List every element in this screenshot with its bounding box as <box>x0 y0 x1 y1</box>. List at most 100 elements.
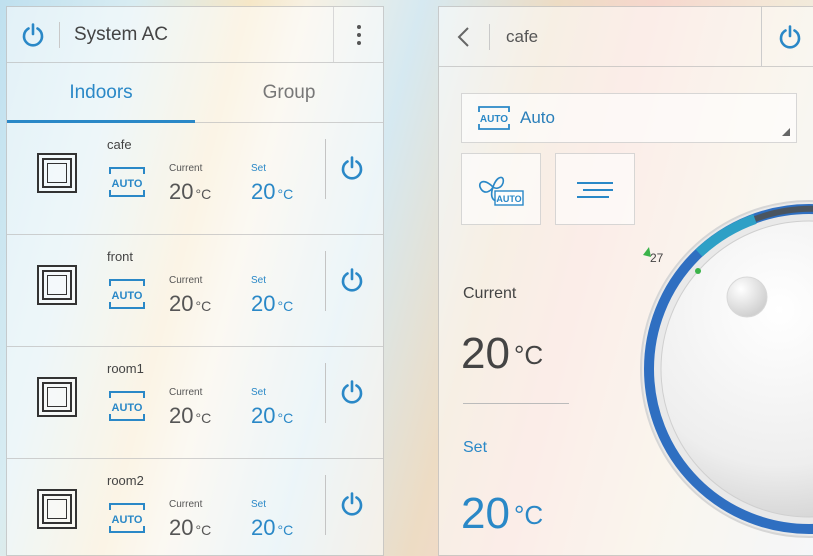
set-label: Set <box>251 387 267 398</box>
power-icon <box>341 380 363 404</box>
indoors-panel: System AC Indoors Group cafe AUTO Curren… <box>6 6 384 556</box>
set-temp-value: 20 <box>251 291 276 316</box>
dropdown-corner-icon <box>782 128 790 136</box>
fan-auto-text: AUTO <box>496 194 521 204</box>
row-divider <box>325 139 326 199</box>
set-label: Set <box>463 439 488 456</box>
unit-power-button[interactable] <box>339 155 365 186</box>
mode-auto-icon: AUTO <box>109 279 145 309</box>
temp-unit: °C <box>195 186 212 202</box>
set-temp-value: 20 <box>461 489 510 538</box>
indoor-unit-icon <box>37 265 77 305</box>
mode-auto-text: AUTO <box>112 178 143 190</box>
swing-button[interactable] <box>555 153 635 225</box>
power-icon <box>341 156 363 180</box>
tab-indoors[interactable]: Indoors <box>7 63 195 122</box>
set-temp-value: 20 <box>251 403 276 428</box>
set-label: Set <box>251 275 267 286</box>
set-label: Set <box>251 499 267 510</box>
temp-unit: °C <box>513 500 544 530</box>
current-temp-value: 20 <box>169 179 194 204</box>
unit-detail-panel: cafe AUTO Auto AUTO Current 20 °C Set 20… <box>438 6 813 556</box>
current-temp: 20 °C <box>169 515 211 541</box>
power-icon <box>779 24 800 49</box>
current-label: Current <box>169 387 203 398</box>
current-temp-value: 20 <box>169 291 194 316</box>
unit-name: cafe <box>107 137 132 152</box>
mode-auto-text: AUTO <box>112 402 143 414</box>
list-item[interactable]: cafe AUTO Current 20 °C Set 20 °C <box>7 123 383 235</box>
header-divider <box>489 23 490 50</box>
fan-auto-icon: AUTO <box>478 176 524 206</box>
tab-group[interactable]: Group <box>195 63 383 122</box>
app-header: System AC <box>7 7 383 63</box>
current-temp: 20 °C <box>169 403 211 429</box>
mode-auto-icon: AUTO <box>478 106 510 130</box>
indoor-unit-icon <box>37 377 77 417</box>
unit-power-button[interactable] <box>339 267 365 298</box>
temp-unit: °C <box>513 340 544 370</box>
current-temp: 20 °C <box>169 291 211 317</box>
temp-unit: °C <box>195 522 212 538</box>
tab-bar: Indoors Group <box>7 63 383 123</box>
row-divider <box>325 251 326 311</box>
dial-scale-label: 27 <box>650 251 664 265</box>
power-icon <box>341 268 363 292</box>
mode-auto-text: AUTO <box>480 114 508 125</box>
set-temp: 20 °C <box>251 291 293 317</box>
set-temp: 20 °C <box>251 515 293 541</box>
indoor-unit-list: cafe AUTO Current 20°C Set 20°C front <box>7 123 383 556</box>
power-icon <box>341 492 363 516</box>
list-item[interactable]: front AUTO Current 20 °C Set 20 °C <box>7 235 383 347</box>
list-item[interactable]: room2 AUTO Current 20 °C Set 20 °C <box>7 459 383 556</box>
current-temp: 20 °C <box>169 179 211 205</box>
current-temp: 20 °C <box>461 329 543 379</box>
more-options-button[interactable] <box>333 7 383 62</box>
current-label: Current <box>169 499 203 510</box>
current-label: Current <box>463 285 517 302</box>
current-temp-value: 20 <box>169 515 194 540</box>
indoor-unit-icon <box>37 153 77 193</box>
set-temp: 20 °C <box>461 489 543 539</box>
unit-power-button[interactable] <box>761 7 813 66</box>
power-icon <box>22 22 44 47</box>
current-label: Current <box>169 275 203 286</box>
set-temp: 20 °C <box>251 179 293 205</box>
more-vert-icon <box>356 23 361 47</box>
mode-auto-icon: AUTO <box>109 391 145 421</box>
temp-unit: °C <box>277 186 294 202</box>
unit-name: front <box>107 249 134 264</box>
temp-unit: °C <box>277 298 294 314</box>
temp-unit: °C <box>277 522 294 538</box>
temp-unit: °C <box>195 410 212 426</box>
unit-name: room2 <box>107 473 144 488</box>
set-temp-value: 20 <box>251 179 276 204</box>
back-chevron-icon <box>457 26 469 47</box>
app-title: System AC <box>74 23 168 45</box>
mode-auto-icon: AUTO <box>109 167 145 197</box>
dial-position-marker <box>695 268 701 274</box>
system-power-button[interactable] <box>7 22 59 48</box>
fan-speed-button[interactable]: AUTO <box>461 153 541 225</box>
mode-auto-text: AUTO <box>112 514 143 526</box>
unit-title: cafe <box>506 26 539 46</box>
back-button[interactable] <box>439 26 489 48</box>
current-temp-value: 20 <box>461 329 510 378</box>
mode-select-value: Auto <box>520 108 555 127</box>
set-temp-value: 20 <box>251 515 276 540</box>
temp-unit: °C <box>277 410 294 426</box>
unit-power-button[interactable] <box>339 491 365 522</box>
detail-header: cafe <box>439 7 813 67</box>
row-divider <box>325 475 326 535</box>
list-item[interactable]: room1 AUTO Current 20 °C Set 20 °C <box>7 347 383 459</box>
header-divider <box>59 21 60 48</box>
row-divider <box>325 363 326 423</box>
mode-select[interactable]: AUTO Auto <box>461 93 797 143</box>
current-label: Current <box>169 163 203 174</box>
set-temp: 20 °C <box>251 403 293 429</box>
temp-unit: °C <box>195 298 212 314</box>
unit-power-button[interactable] <box>339 379 365 410</box>
swing-icon <box>577 182 613 198</box>
set-label: Set <box>251 163 267 174</box>
indoor-unit-icon <box>37 489 77 529</box>
